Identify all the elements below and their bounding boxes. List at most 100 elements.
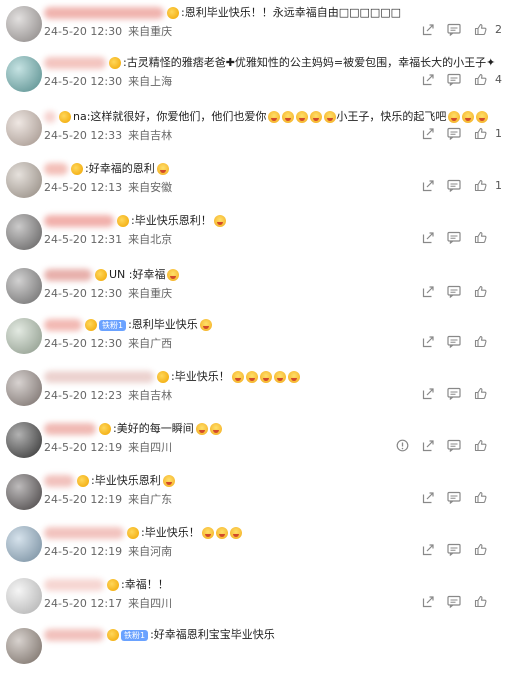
share-icon[interactable]: [415, 540, 441, 558]
thumbs-up-icon[interactable]: [467, 228, 493, 246]
like-count: 1: [495, 126, 502, 140]
like-count: 4: [495, 72, 502, 86]
avatar[interactable]: [6, 56, 42, 92]
fan-medal-icon: [127, 527, 139, 539]
fan-medal-icon: [59, 111, 71, 123]
fan-medal-icon: [85, 319, 97, 331]
comment-meta: 24-5-20 12:30 来自上海: [44, 75, 172, 89]
comment-icon[interactable]: [441, 332, 467, 350]
timestamp: 24-5-20 12:30: [44, 287, 123, 300]
comment-line: :恩利毕业快乐！！永远幸福自由□□□□□□: [44, 4, 401, 22]
emoji-icon: [229, 527, 242, 539]
avatar[interactable]: [6, 526, 42, 562]
timestamp: 24-5-20 12:19: [44, 493, 123, 506]
comment-text: :美好的每一瞬间: [113, 422, 194, 435]
fan-badge: 铁粉1: [99, 319, 127, 331]
comment-text: :毕业快乐恩利！: [131, 214, 212, 227]
share-icon[interactable]: [415, 176, 441, 194]
comment-text: :毕业快乐恩利: [91, 474, 161, 487]
timestamp: 24-5-20 12:17: [44, 597, 123, 610]
thumbs-up-icon[interactable]: [467, 384, 493, 402]
avatar[interactable]: [6, 214, 42, 250]
comment-meta: 24-5-20 12:31 来自北京: [44, 233, 172, 247]
comment-meta: 24-5-20 12:19 来自四川: [44, 441, 172, 455]
username-blurred[interactable]: [44, 111, 56, 123]
comment-item: :古灵精怪的雅痞老爸✚优雅知性的公主妈妈=被爱包围，幸福长大的小王子✦ 24-5-…: [0, 50, 505, 102]
username-blurred[interactable]: [44, 269, 92, 281]
comment-text: na:这样就很好，你爱他们，他们也爱你: [73, 110, 267, 123]
avatar[interactable]: [6, 422, 42, 458]
share-icon[interactable]: [415, 20, 441, 38]
share-icon[interactable]: [415, 282, 441, 300]
comment-actions: 1: [415, 176, 505, 194]
warning-icon[interactable]: [389, 436, 415, 454]
username-blurred[interactable]: [44, 579, 104, 591]
fan-medal-icon: [99, 423, 111, 435]
comment-icon[interactable]: [441, 282, 467, 300]
comment-item: 铁粉1:恩利毕业快乐 24-5-20 12:30 来自广西: [0, 312, 505, 364]
comment-icon[interactable]: [441, 488, 467, 506]
comment-actions: 4: [415, 70, 505, 88]
share-icon[interactable]: [415, 124, 441, 142]
thumbs-up-icon[interactable]: [467, 436, 493, 454]
share-icon[interactable]: [415, 332, 441, 350]
comment-text: :幸福！！: [121, 578, 169, 591]
share-icon[interactable]: [415, 384, 441, 402]
comment-icon[interactable]: [441, 124, 467, 142]
fan-medal-icon: [107, 629, 119, 641]
share-icon[interactable]: [415, 592, 441, 610]
avatar[interactable]: [6, 474, 42, 510]
share-icon[interactable]: [415, 70, 441, 88]
thumbs-up-icon[interactable]: [467, 282, 493, 300]
thumbs-up-icon[interactable]: [467, 540, 493, 558]
emoji-icon: [209, 423, 222, 435]
thumbs-up-icon[interactable]: [467, 70, 493, 88]
comment-icon[interactable]: [441, 592, 467, 610]
comment-line: :好幸福的恩利: [44, 160, 169, 178]
comment-meta: 24-5-20 12:17 来自四川: [44, 597, 172, 611]
timestamp: 24-5-20 12:19: [44, 441, 123, 454]
username-blurred[interactable]: [44, 7, 164, 19]
comment-icon[interactable]: [441, 540, 467, 558]
username-blurred[interactable]: [44, 57, 106, 69]
comment-icon[interactable]: [441, 70, 467, 88]
timestamp: 24-5-20 12:23: [44, 389, 123, 402]
username-blurred[interactable]: [44, 629, 104, 641]
username-blurred[interactable]: [44, 371, 154, 383]
thumbs-up-icon[interactable]: [467, 20, 493, 38]
share-icon[interactable]: [415, 436, 441, 454]
comment-line: UN :好幸福: [44, 266, 180, 284]
comment-icon[interactable]: [441, 384, 467, 402]
username-blurred[interactable]: [44, 319, 82, 331]
avatar[interactable]: [6, 162, 42, 198]
location: 来自四川: [128, 441, 173, 454]
avatar[interactable]: [6, 370, 42, 406]
username-blurred[interactable]: [44, 423, 96, 435]
thumbs-up-icon[interactable]: [467, 124, 493, 142]
emoji-icon: [476, 111, 489, 123]
avatar[interactable]: [6, 268, 42, 304]
username-blurred[interactable]: [44, 527, 124, 539]
comment-meta: 24-5-20 12:19 来自河南: [44, 545, 172, 559]
comment-actions: [415, 384, 505, 402]
thumbs-up-icon[interactable]: [467, 332, 493, 350]
avatar[interactable]: [6, 578, 42, 614]
comment-icon[interactable]: [441, 20, 467, 38]
comment-icon[interactable]: [441, 436, 467, 454]
comment-icon[interactable]: [441, 176, 467, 194]
share-icon[interactable]: [415, 228, 441, 246]
comment-actions: [389, 436, 505, 454]
fan-medal-icon: [117, 215, 129, 227]
username-blurred[interactable]: [44, 475, 74, 487]
comment-icon[interactable]: [441, 228, 467, 246]
username-blurred[interactable]: [44, 163, 68, 175]
username-blurred[interactable]: [44, 215, 114, 227]
avatar[interactable]: [6, 6, 42, 42]
thumbs-up-icon[interactable]: [467, 176, 493, 194]
thumbs-up-icon[interactable]: [467, 592, 493, 610]
avatar[interactable]: [6, 318, 42, 354]
avatar[interactable]: [6, 110, 42, 146]
share-icon[interactable]: [415, 488, 441, 506]
avatar[interactable]: [6, 628, 42, 664]
thumbs-up-icon[interactable]: [467, 488, 493, 506]
